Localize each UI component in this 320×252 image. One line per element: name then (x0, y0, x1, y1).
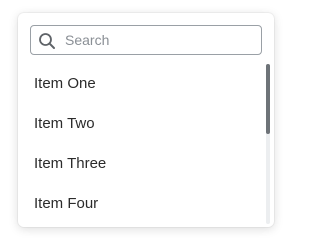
search-box[interactable] (30, 25, 262, 55)
scrollbar-track[interactable] (266, 64, 270, 224)
search-icon (39, 33, 55, 49)
list-item-three[interactable]: Item Three (18, 144, 264, 184)
list-item-one[interactable]: Item One (18, 64, 264, 104)
scrollbar-thumb[interactable] (266, 64, 270, 134)
list-item-two[interactable]: Item Two (18, 104, 264, 144)
item-list: Item One Item Two Item Three Item Four (18, 64, 264, 227)
search-input[interactable] (65, 26, 255, 54)
dropdown-popover: Item One Item Two Item Three Item Four (18, 13, 274, 227)
list-item-four[interactable]: Item Four (18, 184, 264, 224)
